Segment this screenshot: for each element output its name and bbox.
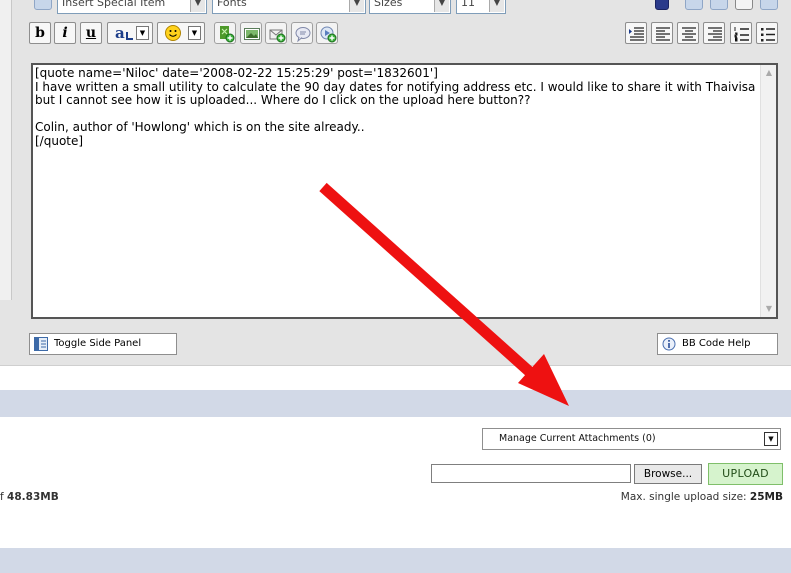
- browse-button[interactable]: Browse...: [634, 464, 702, 484]
- underline-button[interactable]: u: [80, 22, 102, 44]
- subscript-icon[interactable]: [735, 0, 753, 10]
- bulleted-list-button[interactable]: [756, 22, 778, 44]
- chevron-down-icon: ▼: [489, 0, 504, 12]
- file-upload-input[interactable]: [431, 464, 631, 483]
- quota-value: 48.83MB: [7, 491, 59, 503]
- insert-link-icon[interactable]: [214, 22, 236, 44]
- manage-attachments-label: Manage Current Attachments (0): [499, 433, 656, 444]
- toggle-side-panel-button[interactable]: Toggle Side Panel: [29, 333, 177, 355]
- scroll-down-icon[interactable]: ▼: [761, 301, 777, 317]
- chevron-down-icon: ▼: [434, 0, 449, 12]
- toggle-side-panel-label: Toggle Side Panel: [54, 338, 142, 349]
- info-icon: [662, 337, 676, 351]
- unlink-icon[interactable]: [710, 0, 728, 10]
- post-textarea[interactable]: [quote name='Niloc' date='2008-02-22 15:…: [31, 63, 778, 319]
- insert-special-item-select[interactable]: Insert Special Item ▼: [57, 0, 207, 14]
- remove-format-icon[interactable]: [760, 0, 778, 10]
- size-value-label: 11: [461, 0, 475, 9]
- editor-panel: Insert Special Item ▼ Fonts ▼ Sizes ▼ 11…: [0, 0, 791, 366]
- smiley-icon: [165, 25, 181, 41]
- footer-band: [0, 548, 791, 573]
- max-upload-value: 25MB: [749, 491, 783, 503]
- insert-quote-icon[interactable]: [291, 22, 313, 44]
- bb-code-help-button[interactable]: BB Code Help: [657, 333, 778, 355]
- size-value-select[interactable]: 11 ▼: [456, 0, 506, 14]
- post-text: [quote name='Niloc' date='2008-02-22 15:…: [35, 67, 756, 148]
- emoticon-button[interactable]: ▼: [157, 22, 205, 44]
- align-right-button[interactable]: [703, 22, 725, 44]
- upload-button[interactable]: UPLOAD: [708, 463, 783, 485]
- max-upload-size-text: Max. single upload size: 25MB: [621, 491, 783, 503]
- scroll-up-icon[interactable]: ▲: [761, 65, 777, 81]
- chevron-down-icon: ▼: [764, 432, 778, 446]
- bb-code-help-label: BB Code Help: [682, 338, 751, 349]
- font-color-button[interactable]: a ▼: [107, 22, 153, 44]
- insert-special-item-label: Insert Special Item: [62, 0, 166, 9]
- section-divider-band: [0, 390, 791, 417]
- align-right-icon: [708, 27, 722, 41]
- indent-icon: [629, 27, 644, 41]
- italic-button[interactable]: i: [54, 22, 76, 44]
- indent-button[interactable]: [625, 22, 647, 44]
- manage-attachments-select[interactable]: Manage Current Attachments (0) ▼: [482, 428, 781, 450]
- insert-media-icon[interactable]: [316, 22, 338, 44]
- upload-quota-text: f 48.83MB: [0, 491, 59, 503]
- chevron-down-icon: ▼: [190, 0, 205, 12]
- align-center-button[interactable]: [677, 22, 699, 44]
- side-panel-edge: [0, 0, 12, 300]
- max-upload-label: Max. single upload size:: [620, 491, 747, 503]
- fonts-label: Fonts: [217, 0, 247, 9]
- align-left-button[interactable]: [651, 22, 673, 44]
- font-color-icon: a: [115, 24, 125, 42]
- undo-icon[interactable]: [34, 0, 52, 10]
- chevron-down-icon: ▼: [349, 0, 364, 12]
- fonts-select[interactable]: Fonts ▼: [212, 0, 366, 14]
- textarea-scrollbar[interactable]: ▲ ▼: [760, 65, 776, 317]
- bulleted-list-icon: [761, 28, 775, 42]
- sizes-select[interactable]: Sizes ▼: [369, 0, 451, 14]
- link-icon[interactable]: [685, 0, 703, 10]
- chevron-down-icon: ▼: [136, 26, 149, 40]
- sizes-label: Sizes: [374, 0, 403, 9]
- align-left-icon: [656, 27, 670, 41]
- insert-image-icon[interactable]: [240, 22, 262, 44]
- side-panel-icon: [34, 337, 48, 351]
- bold-button[interactable]: b: [29, 22, 51, 44]
- chevron-down-icon: ▼: [188, 26, 201, 40]
- numbered-list-icon: [734, 27, 749, 42]
- numbered-list-button[interactable]: [730, 22, 752, 44]
- align-center-icon: [682, 27, 696, 41]
- quota-prefix: f: [0, 491, 4, 503]
- special-char-icon[interactable]: [655, 0, 669, 10]
- insert-email-icon[interactable]: [265, 22, 287, 44]
